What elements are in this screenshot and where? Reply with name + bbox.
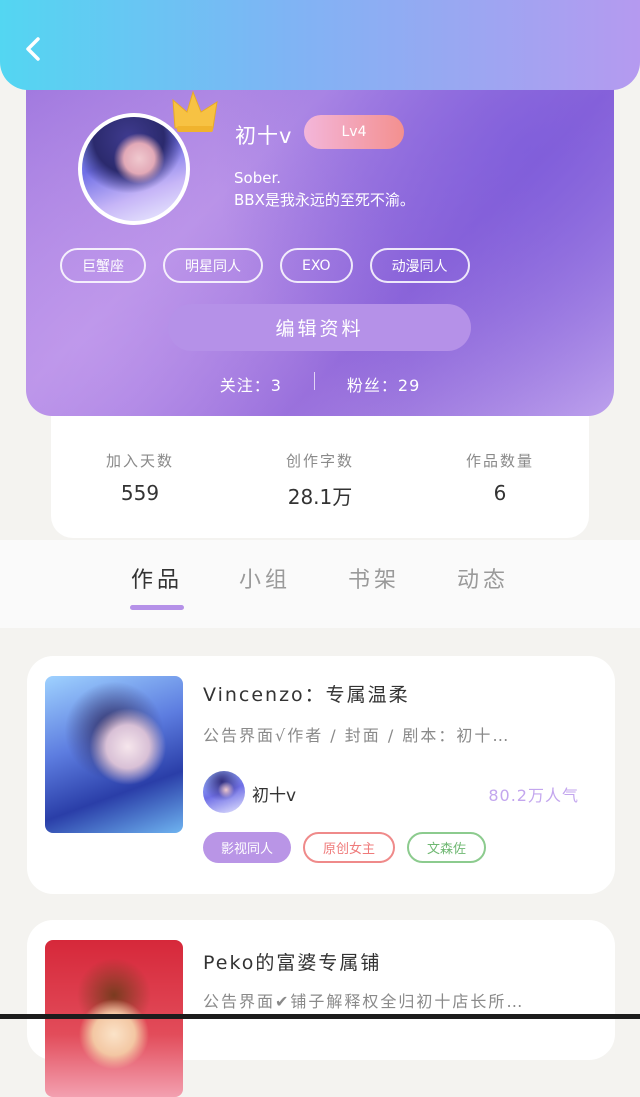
chevron-left-icon bbox=[26, 37, 40, 61]
popularity-count: 80.2万人气 bbox=[488, 786, 579, 805]
work-notice: 公告界面✔铺子解释权全归初十店长所… bbox=[203, 992, 525, 1011]
content-tabs: 作品 小组 书架 动态 bbox=[0, 540, 640, 628]
tab-bookshelf[interactable]: 书架 bbox=[348, 562, 400, 594]
tab-groups[interactable]: 小组 bbox=[239, 562, 291, 594]
work-cover-image[interactable] bbox=[45, 676, 183, 833]
stat-value: 28.1万 bbox=[287, 485, 353, 509]
stat-word-count: 创作字数 28.1万 bbox=[240, 450, 400, 510]
work-card[interactable]: Vincenzo：专属温柔 公告界面√作者 / 封面 / 剧本：初十… 初十v … bbox=[27, 656, 615, 894]
screen-bottom-edge bbox=[0, 1014, 640, 1019]
work-card[interactable]: Peko的富婆专属铺 公告界面✔铺子解释权全归初十店长所… bbox=[27, 920, 615, 1097]
work-tags: 影视同人 原创女主 文森佐 bbox=[203, 832, 487, 863]
stat-join-days: 加入天数 559 bbox=[60, 450, 220, 505]
top-nav-bar bbox=[0, 0, 640, 90]
divider bbox=[313, 372, 315, 390]
work-title[interactable]: Peko的富婆专属铺 bbox=[203, 948, 381, 975]
profile-tag[interactable]: 动漫同人 bbox=[369, 248, 470, 283]
profile-tag[interactable]: 明星同人 bbox=[163, 248, 263, 283]
bio-line: BBX是我永远的至死不渝。 bbox=[234, 191, 415, 209]
tab-activity[interactable]: 动态 bbox=[457, 562, 509, 594]
profile-card: 初十v Lv4 Sober. BBX是我永远的至死不渝。 巨蟹座 明星同人 EX… bbox=[26, 60, 614, 416]
stat-label: 作品数量 bbox=[465, 452, 534, 470]
stat-value: 6 bbox=[493, 481, 507, 505]
work-notice: 公告界面√作者 / 封面 / 剧本：初十… bbox=[203, 726, 511, 745]
edit-profile-button[interactable]: 编辑资料 bbox=[168, 304, 471, 351]
follow-stats: 关注：3 粉丝：29 bbox=[26, 372, 614, 396]
work-tag[interactable]: 文森佐 bbox=[407, 832, 487, 863]
back-button[interactable] bbox=[18, 34, 48, 64]
following-count[interactable]: 关注：3 bbox=[220, 372, 282, 396]
tab-works[interactable]: 作品 bbox=[131, 562, 183, 594]
active-tab-indicator bbox=[130, 605, 184, 610]
stat-label: 加入天数 bbox=[105, 452, 174, 470]
author-avatar[interactable] bbox=[203, 771, 245, 813]
stat-works-count: 作品数量 6 bbox=[420, 450, 580, 505]
stat-label: 创作字数 bbox=[285, 452, 354, 470]
profile-tags: 巨蟹座 明星同人 EXO 动漫同人 bbox=[60, 248, 470, 283]
user-nickname: 初十v bbox=[235, 124, 293, 148]
fans-count[interactable]: 粉丝：29 bbox=[347, 372, 420, 396]
user-bio: Sober. BBX是我永远的至死不渝。 bbox=[234, 167, 415, 211]
stats-panel: 加入天数 559 创作字数 28.1万 作品数量 6 bbox=[51, 416, 589, 538]
profile-tag[interactable]: EXO bbox=[280, 248, 353, 283]
level-badge: Lv4 bbox=[304, 115, 404, 149]
stat-value: 559 bbox=[120, 481, 160, 505]
bio-line: Sober. bbox=[234, 169, 282, 187]
work-tag[interactable]: 影视同人 bbox=[203, 832, 292, 863]
work-tag[interactable]: 原创女主 bbox=[303, 832, 396, 863]
crown-icon bbox=[172, 90, 218, 132]
profile-tag[interactable]: 巨蟹座 bbox=[60, 248, 146, 283]
work-title[interactable]: Vincenzo：专属温柔 bbox=[203, 680, 410, 707]
author-name[interactable]: 初十v bbox=[252, 781, 296, 806]
